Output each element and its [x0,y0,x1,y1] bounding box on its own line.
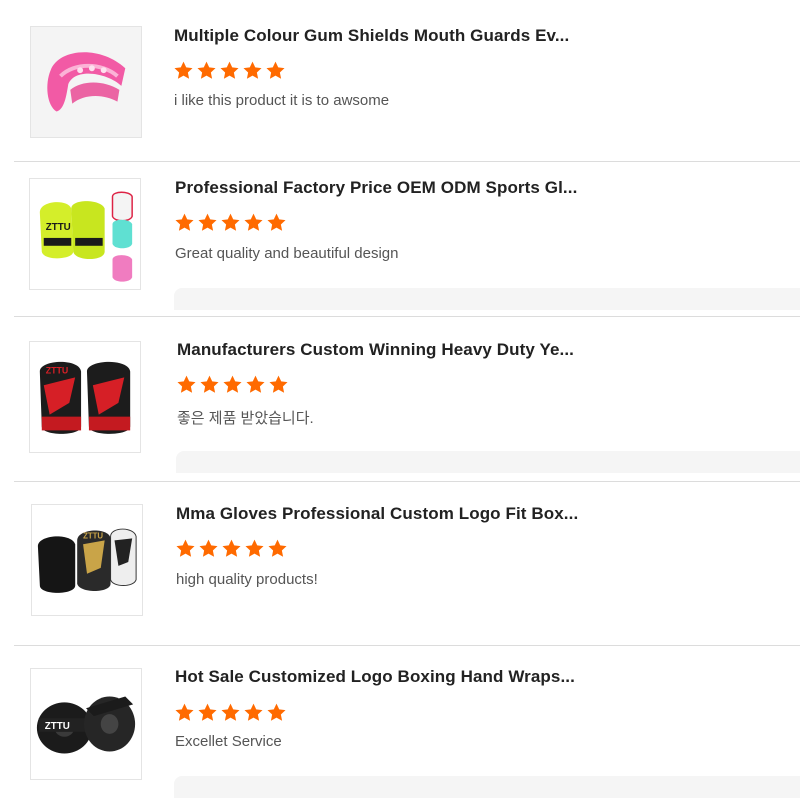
star-icon [246,375,265,393]
hand-wraps-icon: ZTTU [31,669,141,779]
star-icon [245,539,264,557]
review-item: ZTTU Professional Factory Price OEM ODM … [0,162,800,317]
star-icon [198,703,217,721]
review-comment: Excellet Service [175,733,282,750]
star-icon [176,539,195,557]
product-thumbnail[interactable]: ZTTU [29,178,141,290]
reply-box [174,776,800,798]
review-item: Multiple Colour Gum Shields Mouth Guards… [0,0,800,162]
star-icon [199,539,218,557]
star-icon [175,213,194,231]
star-icon [221,213,240,231]
product-title[interactable]: Hot Sale Customized Logo Boxing Hand Wra… [175,667,575,687]
product-thumbnail[interactable]: ZTTU [29,341,141,453]
star-icon [222,539,241,557]
star-icon [175,703,194,721]
star-icon [269,375,288,393]
review-comment: i like this product it is to awsome [174,92,390,109]
star-rating [174,212,287,234]
star-rating [176,374,289,396]
star-icon [223,375,242,393]
star-icon [244,213,263,231]
review-comment: Great quality and beautiful design [175,245,399,262]
star-icon [220,61,239,79]
svg-text:ZTTU: ZTTU [46,222,71,233]
star-icon [244,703,263,721]
reply-box [174,288,800,310]
svg-text:ZTTU: ZTTU [45,721,70,732]
star-rating [175,538,288,560]
boxing-gloves-neon-icon: ZTTU [30,179,140,289]
product-thumbnail[interactable]: ZTTU [30,668,142,780]
star-icon [243,61,262,79]
star-icon [177,375,196,393]
review-list: Multiple Colour Gum Shields Mouth Guards… [0,0,800,800]
star-icon [221,703,240,721]
star-icon [200,375,219,393]
star-rating [174,702,287,724]
star-icon [174,61,193,79]
boxing-gloves-red-icon: ZTTU [30,342,140,452]
review-item: ZTTU Manufacturers Custom Winning Heavy … [0,317,800,482]
svg-text:ZTTU: ZTTU [46,365,69,375]
product-title[interactable]: Manufacturers Custom Winning Heavy Duty … [177,340,574,360]
star-icon [197,61,216,79]
product-thumbnail[interactable] [30,26,142,138]
review-comment: 좋은 제품 받았습니다. [177,410,314,427]
star-icon [198,213,217,231]
product-thumbnail[interactable]: ZTTU [31,504,143,616]
svg-text:ZTTU: ZTTU [83,531,103,540]
reply-box [176,451,800,473]
star-rating [173,60,286,82]
product-title[interactable]: Mma Gloves Professional Custom Logo Fit … [176,504,578,524]
star-icon [268,539,287,557]
boxing-gloves-trio-icon: ZTTU [32,505,142,615]
star-icon [267,213,286,231]
review-item: ZTTU Mma Gloves Professional Custom Logo… [0,482,800,646]
review-comment: high quality products! [176,571,318,588]
product-title[interactable]: Professional Factory Price OEM ODM Sport… [175,178,577,198]
review-item: ZTTU Hot Sale Customized Logo Boxing Han… [0,646,800,800]
star-icon [267,703,286,721]
star-icon [266,61,285,79]
mouth-guard-icon [31,27,141,137]
product-title[interactable]: Multiple Colour Gum Shields Mouth Guards… [174,26,569,46]
